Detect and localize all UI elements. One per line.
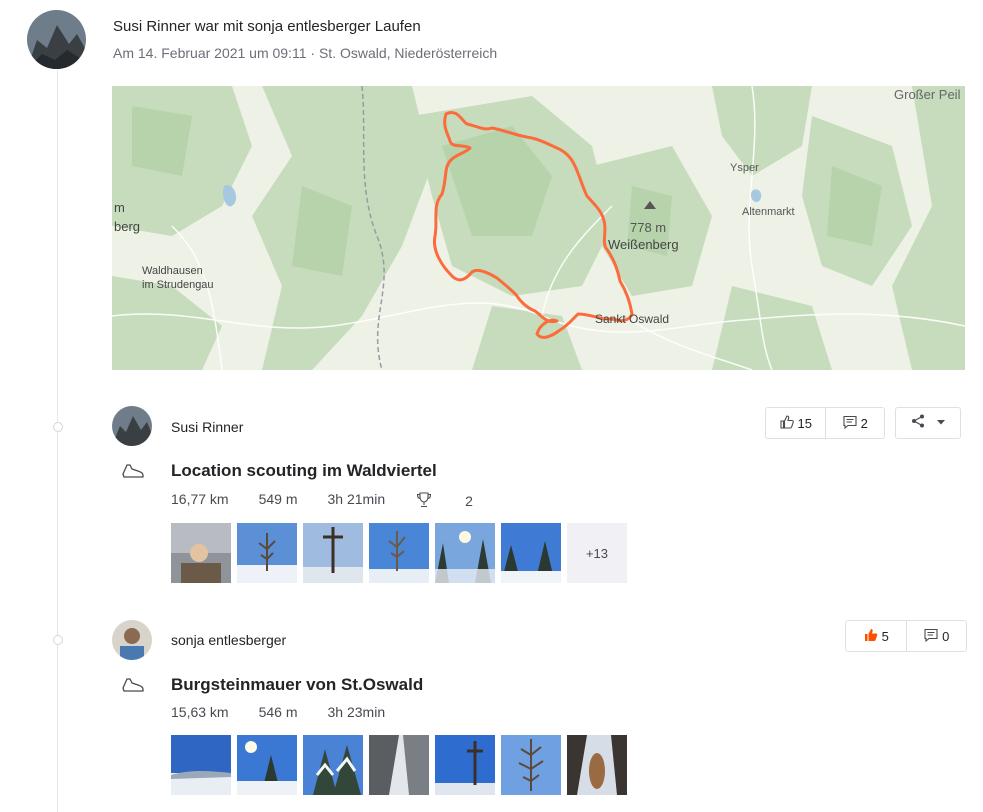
photo-thumbnail[interactable] — [303, 735, 363, 795]
comments-button[interactable]: 2 — [824, 408, 885, 438]
elevation-stat: 546 m — [258, 704, 298, 720]
comments-button[interactable]: 0 — [905, 621, 967, 651]
photo-thumbnail[interactable] — [435, 523, 495, 583]
photo-thumbnail[interactable] — [237, 735, 297, 795]
photo-strip — [171, 735, 627, 795]
athlete-name[interactable]: Susi Rinner — [171, 419, 243, 435]
photo-strip: +13 — [171, 523, 627, 583]
activity-stats: 16,77 km 549 m 3h 21min 2 — [171, 491, 533, 511]
photo-thumbnail[interactable] — [369, 523, 429, 583]
activity-title[interactable]: Burgsteinmauer von St.Oswald — [171, 675, 423, 695]
group-avatar[interactable] — [27, 10, 86, 69]
thumbs-up-icon — [779, 414, 795, 433]
more-photos-button[interactable]: +13 — [567, 523, 627, 583]
comments-count: 2 — [860, 415, 868, 431]
activity-stats: 15,63 km 546 m 3h 23min — [171, 704, 415, 720]
photo-thumbnail[interactable] — [369, 735, 429, 795]
photo-thumbnail[interactable] — [501, 523, 561, 583]
photo-thumbnail[interactable] — [435, 735, 495, 795]
time-stat: 3h 21min — [327, 491, 386, 507]
group-activity-subtitle: Am 14. Februar 2021 um 09:11 · St. Oswal… — [113, 45, 498, 61]
feed-timeline — [57, 70, 58, 812]
map-label-sankt-oswald: Sankt Oswald — [595, 312, 669, 326]
comments-count: 0 — [942, 628, 950, 644]
athlete-name[interactable]: sonja entlesberger — [171, 632, 286, 648]
share-button[interactable] — [895, 407, 961, 439]
elevation-stat: 549 m — [258, 491, 298, 507]
kudos-comments-group: 5 0 — [845, 620, 967, 652]
kudos-button[interactable]: 5 — [846, 621, 906, 651]
kudos-comments-group: 15 2 — [765, 407, 885, 439]
time-stat: 3h 23min — [327, 704, 386, 720]
group-activity-title[interactable]: Susi Rinner war mit sonja entlesberger L… — [113, 18, 421, 35]
athlete-avatar[interactable] — [112, 620, 152, 660]
athlete-avatar[interactable] — [112, 406, 152, 446]
kudos-count: 5 — [881, 628, 889, 644]
shoe-icon — [121, 676, 145, 699]
photo-thumbnail[interactable] — [567, 735, 627, 795]
chevron-down-icon — [936, 414, 946, 432]
shoe-icon — [121, 462, 145, 485]
distance-stat: 15,63 km — [171, 704, 229, 720]
photo-thumbnail[interactable] — [171, 735, 231, 795]
map-label-edge-berg: berg — [114, 219, 140, 234]
map-label-edge-m: m — [114, 200, 125, 215]
kudos-button[interactable]: 15 — [766, 408, 825, 438]
photo-thumbnail[interactable] — [501, 735, 561, 795]
photo-thumbnail[interactable] — [303, 523, 363, 583]
map-label-elevation: 778 m — [630, 220, 666, 235]
comment-icon — [842, 414, 858, 433]
map-label-altenmarkt: Altenmarkt — [742, 206, 795, 218]
comment-icon — [923, 627, 939, 646]
achievements-stat: 2 — [415, 491, 503, 511]
map-label-strudengau: im Strudengau — [142, 279, 214, 291]
map-label-grosser-peil: Großer Peil — [894, 87, 961, 102]
photo-thumbnail[interactable] — [237, 523, 297, 583]
timeline-dot — [53, 635, 63, 645]
route-map[interactable]: Großer Peil Ysper Altenmarkt 778 m Weiße… — [112, 86, 965, 370]
kudos-count: 15 — [797, 415, 812, 431]
timeline-dot — [53, 422, 63, 432]
trophy-icon — [415, 491, 433, 511]
map-label-waldhausen: Waldhausen — [142, 265, 203, 277]
distance-stat: 16,77 km — [171, 491, 229, 507]
map-label-ysper: Ysper — [730, 162, 759, 174]
photo-thumbnail[interactable] — [171, 523, 231, 583]
map-label-weissenberg: Weißenberg — [608, 237, 679, 252]
achievements-count: 2 — [465, 493, 473, 509]
activity-title[interactable]: Location scouting im Waldviertel — [171, 461, 437, 481]
thumbs-up-icon — [863, 627, 879, 646]
share-icon — [910, 413, 926, 434]
